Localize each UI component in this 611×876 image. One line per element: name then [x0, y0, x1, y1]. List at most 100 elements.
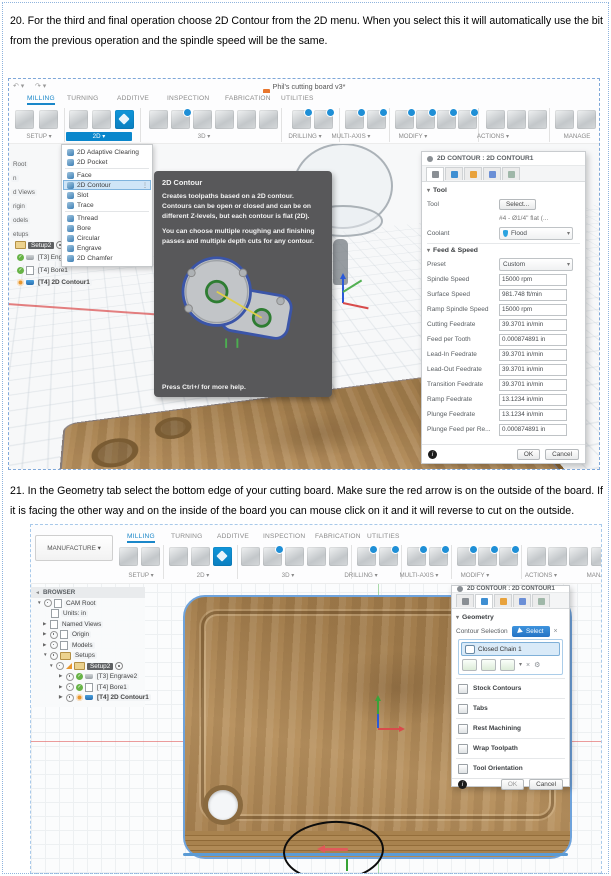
3d-icon[interactable]	[215, 110, 234, 129]
menu-item-trace[interactable]: Trace	[63, 200, 151, 210]
group-label-actions[interactable]: ACTIONS ▾	[461, 132, 525, 141]
tab-fabrication[interactable]: FABRICATION	[225, 95, 271, 102]
group-label-2d[interactable]: 2D ▾	[171, 571, 235, 580]
menu-item-engrave[interactable]: Engrave	[63, 243, 151, 253]
stock-contours-row[interactable]: Stock Contours	[456, 678, 565, 698]
multi-axis-icon[interactable]	[407, 545, 428, 566]
2d-pocket-icon[interactable]	[92, 110, 111, 129]
visibility-icon[interactable]	[56, 662, 64, 671]
2d-contour-icon[interactable]	[213, 547, 232, 566]
drilling-icon[interactable]	[292, 108, 313, 129]
tabs-row[interactable]: Tabs	[456, 698, 565, 718]
field-input[interactable]: 981.748 ft/min	[499, 288, 567, 301]
simulate-icon[interactable]	[527, 547, 546, 566]
2d-adaptive-icon[interactable]	[69, 110, 88, 129]
remove-icon[interactable]	[526, 662, 530, 669]
ok-button[interactable]: OK	[516, 448, 541, 460]
group-label-multi-axis[interactable]: MULTI-AXIS ▾	[321, 132, 381, 141]
modify-icon[interactable]	[437, 108, 458, 129]
browser-item-2d-contour1[interactable]: [T4] 2D Contour1	[31, 693, 151, 704]
visibility-icon[interactable]	[66, 693, 74, 702]
field-input[interactable]: 0.000874891 in	[499, 423, 567, 436]
menu-item-face[interactable]: Face	[63, 170, 151, 180]
field-input[interactable]: 15000 rpm	[499, 273, 567, 286]
modify-icon[interactable]	[478, 545, 499, 566]
group-label-modify[interactable]: MODIFY ▾	[383, 132, 443, 141]
tab-turning[interactable]: TURNING	[67, 95, 98, 102]
tab-geometry[interactable]	[445, 167, 463, 180]
multi-axis-icon[interactable]	[429, 545, 450, 566]
3d-icon[interactable]	[193, 110, 212, 129]
radio-icon[interactable]	[115, 662, 124, 671]
group-label-actions[interactable]: ACTIONS ▾	[509, 571, 573, 580]
field-input[interactable]: 39.3701 in/min	[499, 363, 567, 376]
menu-item-bore[interactable]: Bore	[63, 223, 151, 233]
browser-item-setup2[interactable]: Setup2	[31, 661, 145, 672]
visibility-icon[interactable]	[44, 599, 52, 608]
browser-item-setups[interactable]: Setups	[31, 651, 145, 662]
ok-button[interactable]: OK	[500, 779, 525, 790]
modify-icon[interactable]	[395, 108, 416, 129]
2d-pocket-icon[interactable]	[191, 547, 210, 566]
expand-icon[interactable]	[43, 653, 48, 658]
tabs-checkbox[interactable]	[458, 703, 468, 714]
visibility-icon[interactable]	[66, 672, 74, 681]
multi-axis-icon[interactable]	[345, 108, 366, 129]
browser-item-engrave2[interactable]: [T3] Engrave2	[31, 672, 145, 683]
browser-item-named-views[interactable]: d Views	[11, 189, 37, 196]
post-process-g1g2-icon[interactable]	[548, 547, 567, 566]
browser-header[interactable]: BROWSER	[31, 587, 145, 598]
tree-row-setup2[interactable]: Setup2	[15, 241, 65, 249]
gear-icon[interactable]	[534, 662, 540, 669]
menu-item-circular[interactable]: Circular	[63, 233, 151, 243]
chain-mode-icon[interactable]	[481, 659, 496, 671]
wrap-toolpath-row[interactable]: Wrap Toolpath	[456, 738, 565, 758]
tab-geometry[interactable]	[475, 594, 493, 608]
modify-icon[interactable]	[457, 545, 478, 566]
menu-item-2d-pocket[interactable]: 2D Pocket	[63, 157, 151, 167]
closed-chain-item[interactable]: Closed Chain 1	[461, 642, 560, 656]
tab-tool[interactable]	[456, 594, 474, 607]
tab-turning[interactable]: TURNING	[171, 533, 202, 540]
modify-icon[interactable]	[499, 545, 520, 566]
stock-contours-checkbox[interactable]	[458, 683, 468, 694]
field-input[interactable]: 15000 rpm	[499, 303, 567, 316]
expand-icon[interactable]	[43, 643, 48, 648]
group-label-setup[interactable]: SETUP ▾	[17, 132, 61, 141]
tab-inspection[interactable]: INSPECTION	[167, 95, 209, 102]
tool-section-header[interactable]: Tool	[427, 184, 580, 197]
tool-orientation-row[interactable]: Tool Orientation	[456, 758, 565, 778]
group-label-2d[interactable]: 2D ▾	[66, 132, 132, 141]
3d-icon[interactable]	[263, 545, 284, 566]
tab-milling[interactable]: MILLING	[27, 95, 55, 105]
browser-item-units[interactable]: Units: in	[31, 609, 145, 620]
chain-mode-icon[interactable]	[500, 659, 515, 671]
menu-item-2d-contour[interactable]: 2D Contour	[63, 180, 151, 190]
visibility-icon[interactable]	[66, 683, 74, 692]
tab-passes[interactable]	[483, 167, 501, 180]
tab-tool[interactable]	[426, 167, 444, 181]
field-input[interactable]: 0.000874891 in	[499, 333, 567, 346]
group-label-modify[interactable]: MODIFY ▾	[445, 571, 505, 580]
visibility-icon[interactable]	[50, 651, 58, 660]
tree-row-2d-contour[interactable]: [T4] 2D Contour1	[17, 279, 92, 286]
3d-icon[interactable]	[307, 547, 326, 566]
group-label-manage[interactable]: MANAGE	[575, 571, 601, 580]
modify-icon[interactable]	[416, 108, 437, 129]
tab-fabrication[interactable]: FABRICATION	[315, 533, 361, 540]
2d-adaptive-icon[interactable]	[169, 547, 188, 566]
tab-utilities[interactable]: UTILITIES	[281, 95, 314, 102]
post-process-g1g2-icon[interactable]	[507, 110, 526, 129]
browser-item-units[interactable]: n	[11, 175, 19, 182]
feed-speed-section-header[interactable]: Feed & Speed	[427, 243, 580, 257]
setup-sheet-icon[interactable]	[39, 110, 58, 129]
browser-item-bore1[interactable]: [T4] Bore1	[31, 682, 145, 693]
chevron-down-icon[interactable]	[519, 662, 522, 668]
expand-icon[interactable]	[59, 695, 64, 700]
tab-heights[interactable]	[494, 594, 512, 607]
dialog-header[interactable]: 2D CONTOUR : 2D CONTOUR1	[452, 586, 569, 593]
info-icon[interactable]	[428, 449, 437, 459]
expand-icon[interactable]	[37, 601, 42, 606]
expand-icon[interactable]	[49, 664, 54, 669]
group-label-drilling[interactable]: DRILLING ▾	[331, 571, 391, 580]
